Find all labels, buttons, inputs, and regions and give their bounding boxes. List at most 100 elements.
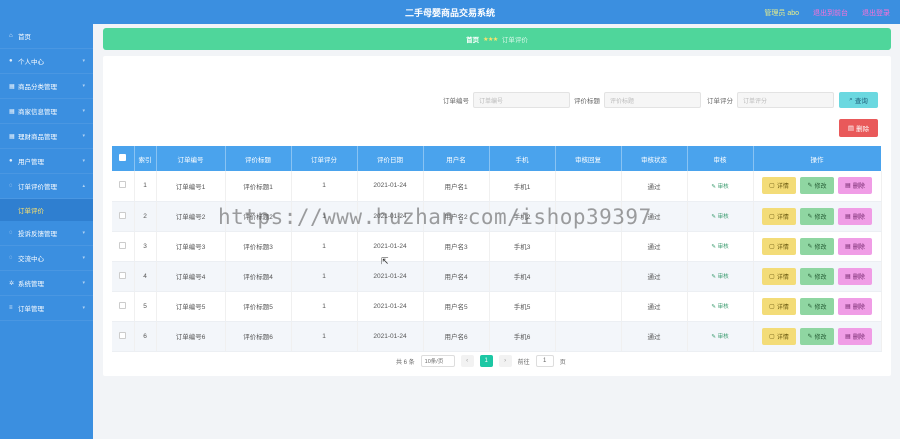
audit-link[interactable]: ✎ 审核 — [711, 274, 728, 280]
table-header: 索引 订单编号 评价标题 订单评分 评价日期 用户名 手机 审核回复 审核状态 … — [112, 146, 882, 171]
row-checkbox[interactable] — [112, 231, 135, 262]
cell-username: 用户名4 — [423, 261, 490, 292]
breadcrumb-current: 订单评价 — [501, 37, 528, 44]
detail-button[interactable]: ▢ 详情 — [762, 297, 796, 315]
order-no-input[interactable]: 订单编号 — [473, 92, 570, 108]
chat-icon: ◌ — [9, 183, 13, 189]
edit-button[interactable]: ✎ 修改 — [800, 207, 834, 225]
order-no-label: 订单编号 — [443, 98, 469, 105]
search-button[interactable]: ⌕ 查询 — [839, 92, 878, 108]
audit-link[interactable]: ✎ 审核 — [711, 214, 728, 220]
batch-delete-button[interactable]: ▤ 删除 — [839, 119, 878, 137]
page-size-select[interactable]: 10条/页 — [420, 355, 455, 367]
delete-button[interactable]: ▤ 删除 — [838, 267, 872, 285]
delete-button[interactable]: ▤ 删除 — [838, 327, 872, 345]
col-status: 审核状态 — [621, 146, 688, 171]
pager-next-button[interactable]: › — [498, 355, 512, 367]
grid-icon: ▦ — [9, 108, 15, 115]
cell-actions: ▢ 详情 ✎ 修改 ▤ 删除 — [753, 231, 882, 262]
table-row: 6 订单编号6 评价标题6 1 2021-01-24 用户名6 手机6 通过 ✎ 审核 ▢ 详情 ✎ 修… — [112, 321, 882, 352]
delete-button[interactable]: ▤ 删除 — [838, 177, 872, 195]
edit-button[interactable]: ✎ 修改 — [800, 237, 834, 255]
cell-status: 通过 — [621, 171, 688, 202]
edit-icon: ✎ — [807, 303, 813, 310]
audit-link[interactable]: ✎ 审核 — [711, 244, 728, 250]
chevron-down-icon: ▾ — [82, 83, 85, 89]
cell-status: 通过 — [621, 321, 688, 352]
row-checkbox[interactable] — [112, 201, 135, 232]
title-input[interactable]: 评价标题 — [604, 92, 701, 108]
pagination: 共 6 条 10条/页 ‹ 1 › 前往 1 页 — [396, 355, 566, 367]
cell-order-no: 订单编号5 — [156, 291, 226, 322]
score-input[interactable]: 订单评分 — [737, 92, 834, 108]
delete-button[interactable]: ▤ 删除 — [838, 297, 872, 315]
sidebar-item-merchant[interactable]: ▦ 商家信息管理 ▾ — [0, 99, 93, 124]
sidebar-item-complaints[interactable]: ◌ 投诉反馈管理 ▾ — [0, 221, 93, 246]
sidebar-item-forum[interactable]: ◌ 交流中心 ▾ — [0, 246, 93, 271]
trash-icon: ▤ — [845, 243, 851, 250]
audit-link[interactable]: ✎ 审核 — [711, 184, 728, 190]
trash-icon: ▤ — [845, 333, 851, 340]
sidebar-item-system[interactable]: ✲ 系统管理 ▾ — [0, 271, 93, 296]
exit-front-link[interactable]: 退出到前台 — [813, 8, 848, 18]
detail-button[interactable]: ▢ 详情 — [762, 207, 796, 225]
chevron-up-icon: ▴ — [82, 183, 85, 189]
row-checkbox[interactable] — [112, 171, 135, 202]
star-icon: ★★★ — [483, 36, 498, 43]
select-all-checkbox[interactable] — [112, 146, 135, 171]
delete-button[interactable]: ▤ 删除 — [838, 207, 872, 225]
row-checkbox[interactable] — [112, 261, 135, 292]
sidebar-item-products[interactable]: ▦ 理财商品管理 ▾ — [0, 124, 93, 149]
sidebar-item-users[interactable]: ● 用户管理 ▾ — [0, 149, 93, 174]
trash-icon: ▤ — [845, 273, 851, 280]
search-score: 订单评分 订单评分 — [707, 92, 834, 108]
cell-phone: 手机3 — [489, 231, 556, 262]
chevron-down-icon: ▾ — [82, 280, 85, 286]
delete-button[interactable]: ▤ 删除 — [838, 237, 872, 255]
cell-actions: ▢ 详情 ✎ 修改 ▤ 删除 — [753, 201, 882, 232]
logout-link[interactable]: 退出登录 — [862, 8, 890, 18]
sidebar-item-profile[interactable]: ● 个人中心 ▾ — [0, 49, 93, 74]
cell-order-no: 订单编号6 — [156, 321, 226, 352]
cell-index: 5 — [134, 291, 157, 322]
document-icon: ▢ — [769, 243, 775, 250]
cell-order-no: 订单编号3 — [156, 231, 226, 262]
sidebar-item-category[interactable]: ▦ 商品分类管理 ▾ — [0, 74, 93, 99]
cell-reply — [555, 321, 622, 352]
col-title: 评价标题 — [225, 146, 292, 171]
audit-link[interactable]: ✎ 审核 — [711, 304, 728, 310]
trash-icon: ▤ — [845, 213, 851, 220]
sidebar-subitem-review[interactable]: 订单评价 — [0, 199, 93, 221]
sidebar-item-review-mgmt[interactable]: ◌ 订单评价管理 ▴ — [0, 174, 93, 199]
col-phone: 手机 — [489, 146, 556, 171]
audit-link[interactable]: ✎ 审核 — [711, 334, 728, 340]
cell-title: 评价标题5 — [225, 291, 292, 322]
edit-button[interactable]: ✎ 修改 — [800, 297, 834, 315]
detail-button[interactable]: ▢ 详情 — [762, 267, 796, 285]
pager-total: 共 6 条 — [396, 359, 415, 366]
cell-date: 2021-01-24 — [357, 171, 424, 202]
sidebar-item-home[interactable]: ⌂ 首页 — [0, 24, 93, 49]
row-checkbox[interactable] — [112, 321, 135, 352]
cell-username: 用户名5 — [423, 291, 490, 322]
edit-icon: ✎ — [807, 213, 813, 220]
detail-button[interactable]: ▢ 详情 — [762, 177, 796, 195]
row-checkbox[interactable] — [112, 291, 135, 322]
cell-reply — [555, 291, 622, 322]
pager-page-1[interactable]: 1 — [479, 355, 493, 367]
detail-button[interactable]: ▢ 详情 — [762, 327, 796, 345]
edit-button[interactable]: ✎ 修改 — [800, 327, 834, 345]
search-title: 评价标题 评价标题 — [574, 92, 701, 108]
cell-score: 1 — [291, 291, 358, 322]
edit-button[interactable]: ✎ 修改 — [800, 267, 834, 285]
edit-icon: ✎ — [807, 333, 813, 340]
pager-goto-input[interactable]: 1 — [535, 355, 554, 367]
sidebar-item-orders[interactable]: ≡ 订单管理 ▾ — [0, 296, 93, 321]
cell-username: 用户名6 — [423, 321, 490, 352]
search-order-no: 订单编号 订单编号 — [443, 92, 570, 108]
detail-button[interactable]: ▢ 详情 — [762, 237, 796, 255]
cell-phone: 手机5 — [489, 291, 556, 322]
edit-button[interactable]: ✎ 修改 — [800, 177, 834, 195]
pager-prev-button[interactable]: ‹ — [460, 355, 474, 367]
breadcrumb-home[interactable]: 首页 — [466, 34, 479, 44]
